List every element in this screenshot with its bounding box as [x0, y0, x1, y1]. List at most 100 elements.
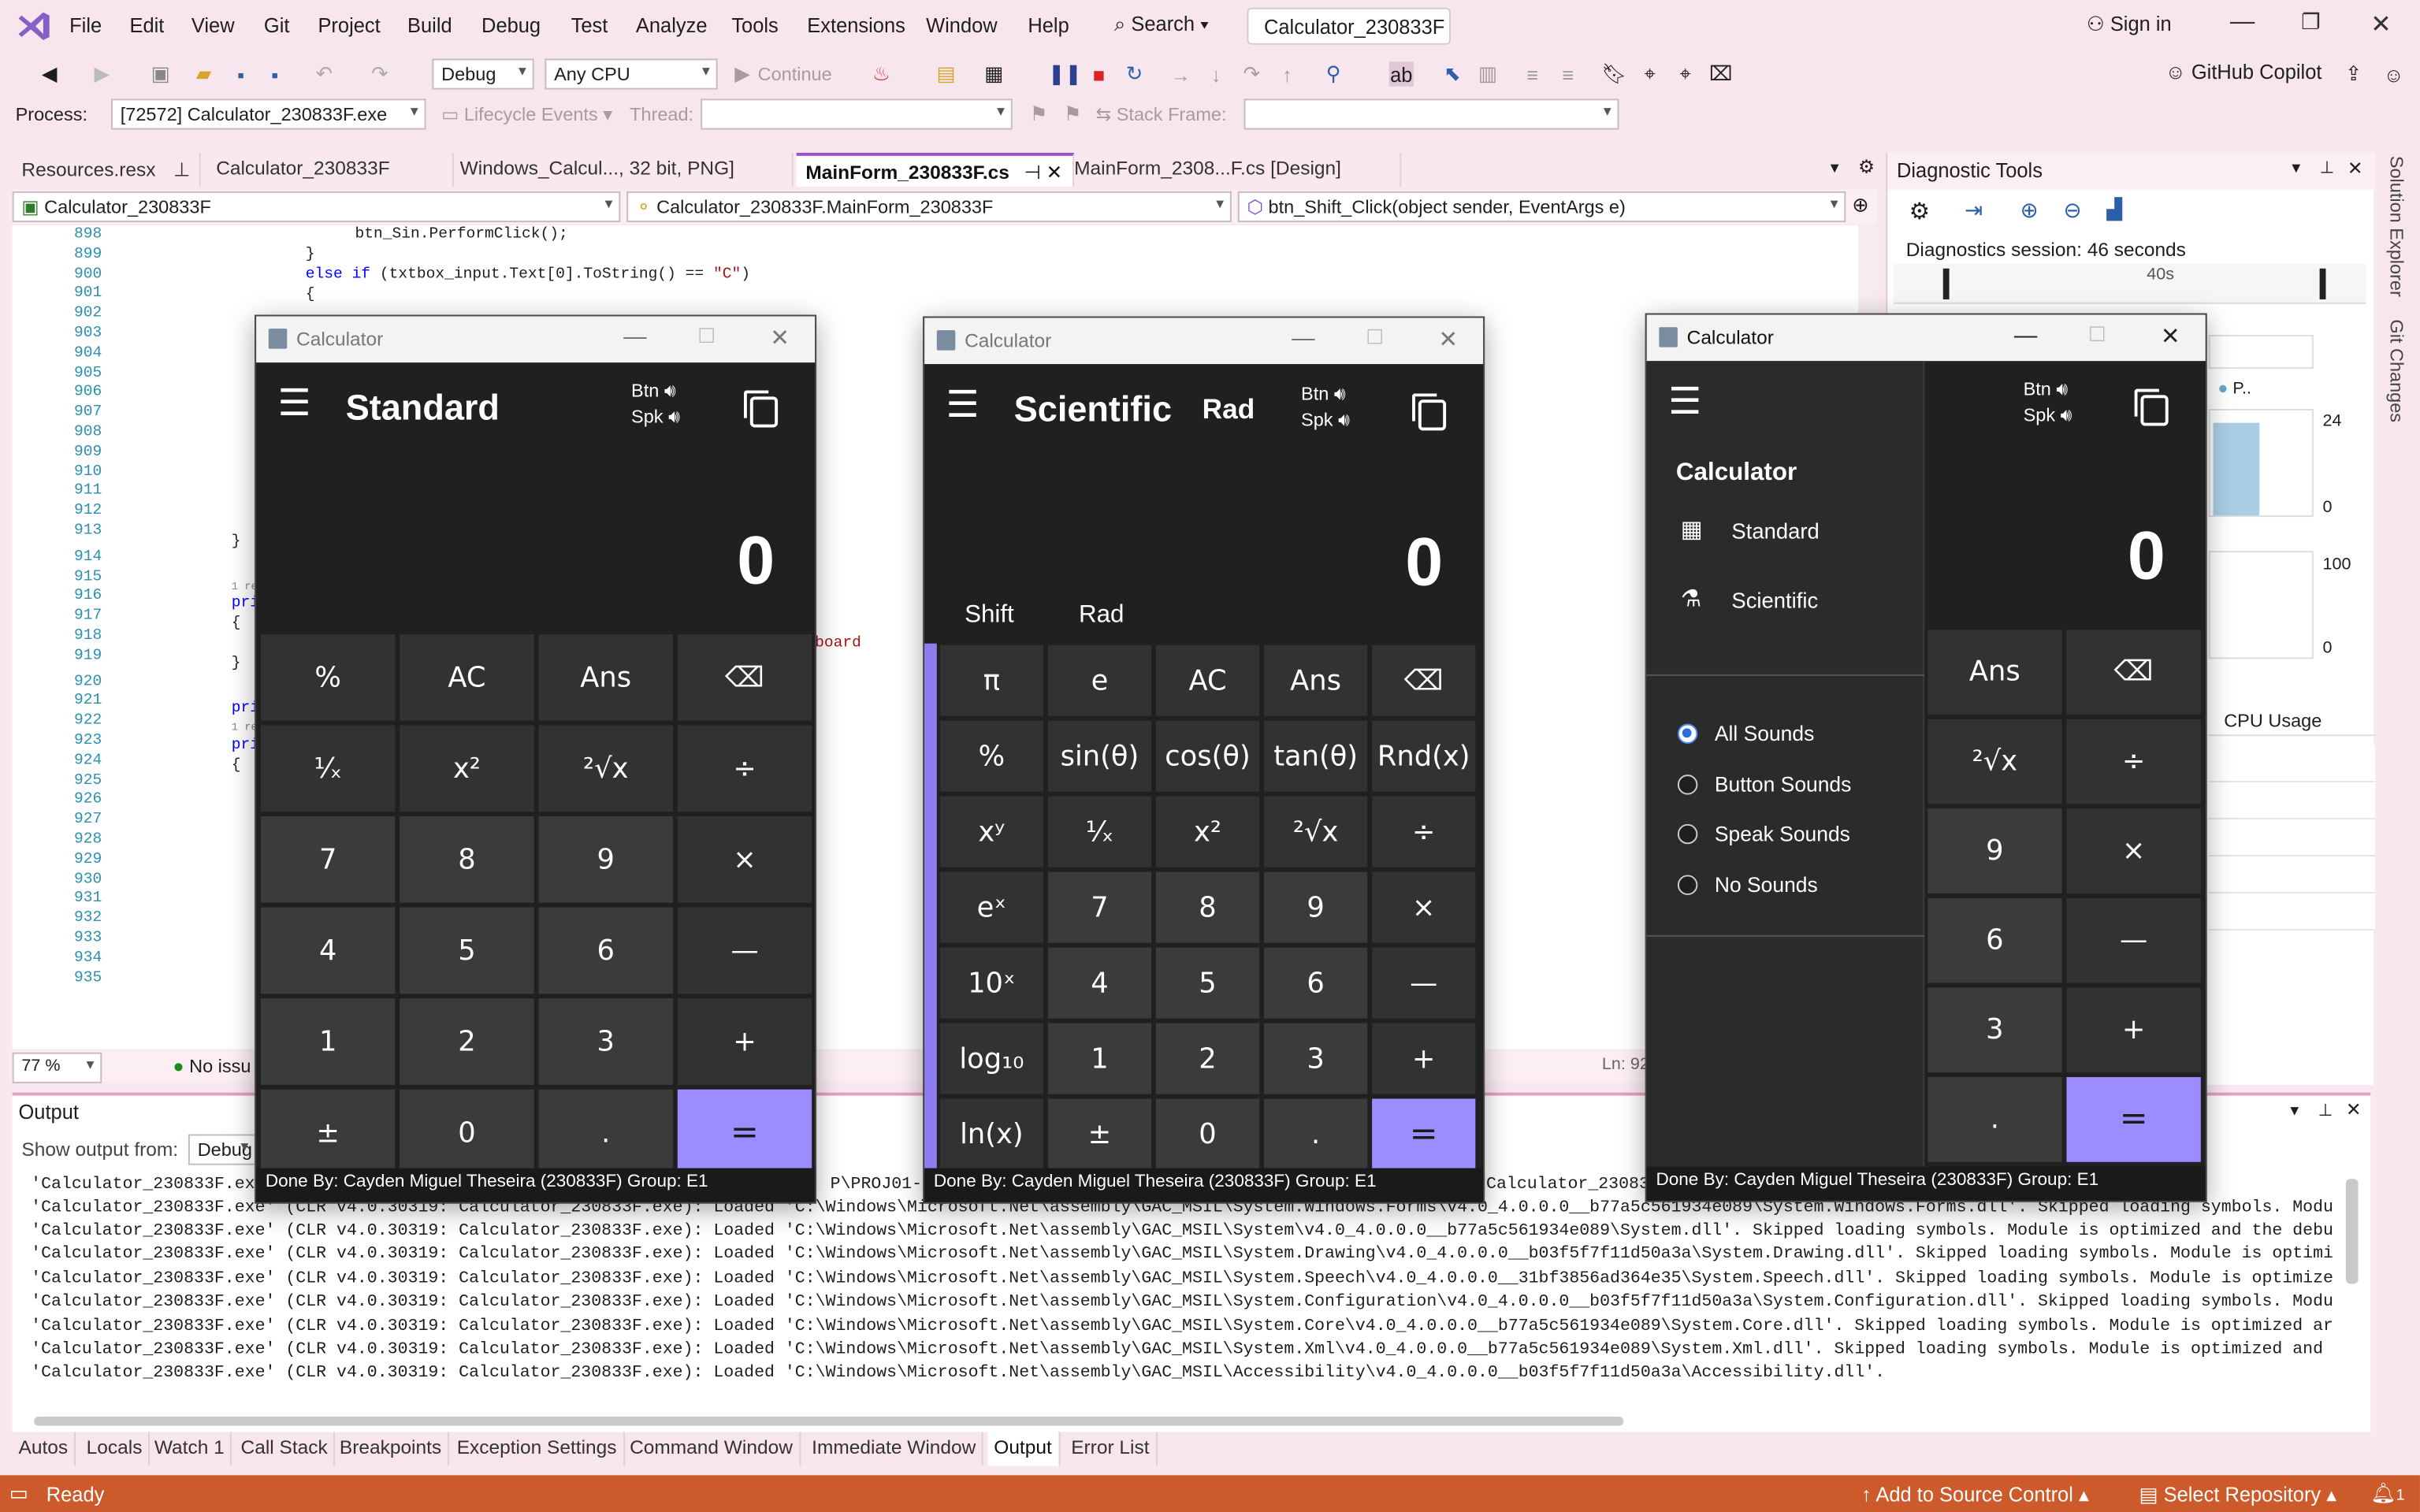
menu-git[interactable]: Git: [264, 14, 290, 37]
close-icon[interactable]: ✕: [2370, 9, 2391, 40]
calc-key[interactable]: ×: [1372, 871, 1476, 943]
close-icon[interactable]: ✕: [2346, 1098, 2362, 1120]
browse-icon[interactable]: ▤: [934, 61, 958, 86]
new-item-icon[interactable]: ▣: [148, 61, 173, 86]
calc-key[interactable]: cos(θ): [1155, 720, 1260, 792]
save-icon[interactable]: ▪: [229, 61, 253, 86]
calc-key[interactable]: +: [1372, 1023, 1476, 1094]
flag-icon[interactable]: ⚑: [1026, 102, 1050, 126]
step-over-icon[interactable]: ↷: [1240, 61, 1264, 86]
calc-key[interactable]: sin(θ): [1047, 720, 1152, 792]
restart-icon[interactable]: ↻: [1122, 61, 1147, 86]
platform-select[interactable]: Any CPU: [545, 58, 718, 90]
pause-icon[interactable]: ❚❚: [1048, 61, 1082, 86]
tab-calculator[interactable]: Calculator_230833F: [206, 152, 454, 187]
cpu-usage-tab[interactable]: CPU Usage: [2208, 705, 2376, 737]
tab-autos[interactable]: Autos: [13, 1432, 76, 1466]
calc-key[interactable]: ⌫: [677, 633, 812, 721]
calc-key[interactable]: %: [939, 720, 1043, 792]
dropdown-icon[interactable]: ▾: [2292, 158, 2300, 178]
calc-key[interactable]: —: [2066, 897, 2201, 983]
output-source-select[interactable]: Debug: [188, 1134, 257, 1165]
nav-scientific[interactable]: ⚗ Scientific: [1647, 573, 1925, 629]
diagnostics-icon[interactable]: ⚲: [1321, 61, 1345, 86]
continue-button[interactable]: Continue: [758, 63, 832, 84]
calc-key[interactable]: .: [1927, 1077, 2062, 1162]
calc-key[interactable]: 4: [1047, 947, 1152, 1019]
calc-key[interactable]: AC: [1155, 645, 1260, 716]
continue-icon[interactable]: ▶: [730, 61, 754, 86]
calc-key[interactable]: 5: [1155, 947, 1260, 1019]
filter-icon[interactable]: ⚑: [1060, 102, 1084, 126]
menu-test[interactable]: Test: [571, 14, 608, 37]
calc-key[interactable]: ×: [2066, 808, 2201, 893]
calc-key[interactable]: 9: [1264, 871, 1368, 943]
calc-key[interactable]: 6: [1264, 947, 1368, 1019]
pin-icon[interactable]: ⊥: [2318, 1100, 2333, 1120]
hot-reload-icon[interactable]: ♨: [869, 61, 894, 86]
minimize-icon[interactable]: —: [1292, 325, 1314, 351]
nav-standard[interactable]: ▦ Standard: [1647, 503, 1925, 559]
calc-key[interactable]: ±: [260, 1089, 396, 1176]
calc-key[interactable]: 3: [1264, 1023, 1368, 1094]
prev-bookmark-icon[interactable]: ⌖: [1637, 61, 1662, 86]
thread-select[interactable]: [701, 98, 1013, 130]
menu-hamburger-icon[interactable]: ☰: [946, 383, 980, 428]
maximize-icon[interactable]: ☐: [2088, 322, 2106, 347]
copy-icon[interactable]: [1412, 393, 1447, 431]
tab-breakpoints[interactable]: Breakpoints: [333, 1432, 449, 1466]
tab-resources[interactable]: Resources.resx ⊥: [13, 152, 201, 187]
calc-key[interactable]: Ans: [1927, 630, 2062, 715]
sign-in-button[interactable]: ⚇ Sign in: [2087, 13, 2172, 37]
menu-debug[interactable]: Debug: [481, 14, 541, 37]
radio-button[interactable]: [1677, 723, 1698, 744]
calc-key[interactable]: ±: [1047, 1098, 1152, 1170]
stop-icon[interactable]: ■: [1087, 61, 1111, 86]
calc-key[interactable]: 8: [1155, 871, 1260, 943]
calc-key[interactable]: e: [1047, 645, 1152, 716]
feedback-icon[interactable]: ☺: [2381, 61, 2406, 86]
calc-key[interactable]: ⌫: [2066, 630, 2201, 715]
zoom-select[interactable]: 77 %: [12, 1052, 102, 1083]
back-icon[interactable]: ◀: [37, 61, 61, 86]
calc-key[interactable]: =: [2066, 1077, 2201, 1162]
outdent-icon[interactable]: ≡: [1556, 61, 1580, 86]
calc-key[interactable]: ÷: [677, 725, 812, 812]
timeline[interactable]: 40s: [1894, 263, 2366, 304]
tab-mainform-cs[interactable]: MainForm_230833F.cs ⊣ ✕: [796, 152, 1075, 187]
tab-output[interactable]: Output: [987, 1432, 1060, 1466]
settings-icon[interactable]: ⚙: [1909, 198, 1930, 225]
calc-key[interactable]: 6: [538, 907, 673, 994]
tab-locals[interactable]: Locals: [80, 1432, 151, 1466]
calc-key[interactable]: log₁₀: [939, 1023, 1043, 1094]
close-icon[interactable]: ✕: [770, 324, 790, 351]
radio-button[interactable]: [1677, 774, 1698, 794]
codelens-refs-2[interactable]: 1 re: [232, 719, 258, 739]
zoom-in-icon[interactable]: ⊕: [2020, 198, 2039, 224]
calc-key[interactable]: ²√x: [538, 725, 673, 812]
forward-icon[interactable]: ▶: [90, 61, 114, 86]
tab-call-stack[interactable]: Call Stack: [235, 1432, 336, 1466]
rad-deg-toggle[interactable]: Rad: [1079, 602, 1125, 630]
calc-key[interactable]: —: [1372, 947, 1476, 1019]
pin-icon[interactable]: ⊣: [1024, 162, 1040, 184]
calc-key[interactable]: tan(θ): [1264, 720, 1368, 792]
copy-icon[interactable]: [2134, 388, 2169, 426]
calc-key[interactable]: 6: [1927, 897, 2062, 983]
stack-frame-select[interactable]: [1243, 98, 1619, 130]
calc-key[interactable]: 0: [1155, 1098, 1260, 1170]
calc-key[interactable]: 8: [400, 816, 534, 903]
calc-key[interactable]: ¹⁄ₓ: [1047, 796, 1152, 867]
calc-key[interactable]: ²√x: [1927, 719, 2062, 804]
minimize-icon[interactable]: —: [2014, 322, 2037, 348]
restore-icon[interactable]: ❐: [2301, 9, 2321, 35]
open-folder-icon[interactable]: ▰: [191, 61, 216, 86]
calc-key[interactable]: x²: [400, 725, 534, 812]
calc-key[interactable]: 1: [1047, 1023, 1152, 1094]
tab-command-window[interactable]: Command Window: [623, 1432, 801, 1466]
minimize-icon[interactable]: —: [2230, 9, 2255, 37]
pin-icon[interactable]: ⊥: [2320, 158, 2335, 178]
calc-key[interactable]: .: [538, 1089, 673, 1176]
calc-key[interactable]: 10ˣ: [939, 947, 1043, 1019]
calc-key[interactable]: ÷: [1372, 796, 1476, 867]
